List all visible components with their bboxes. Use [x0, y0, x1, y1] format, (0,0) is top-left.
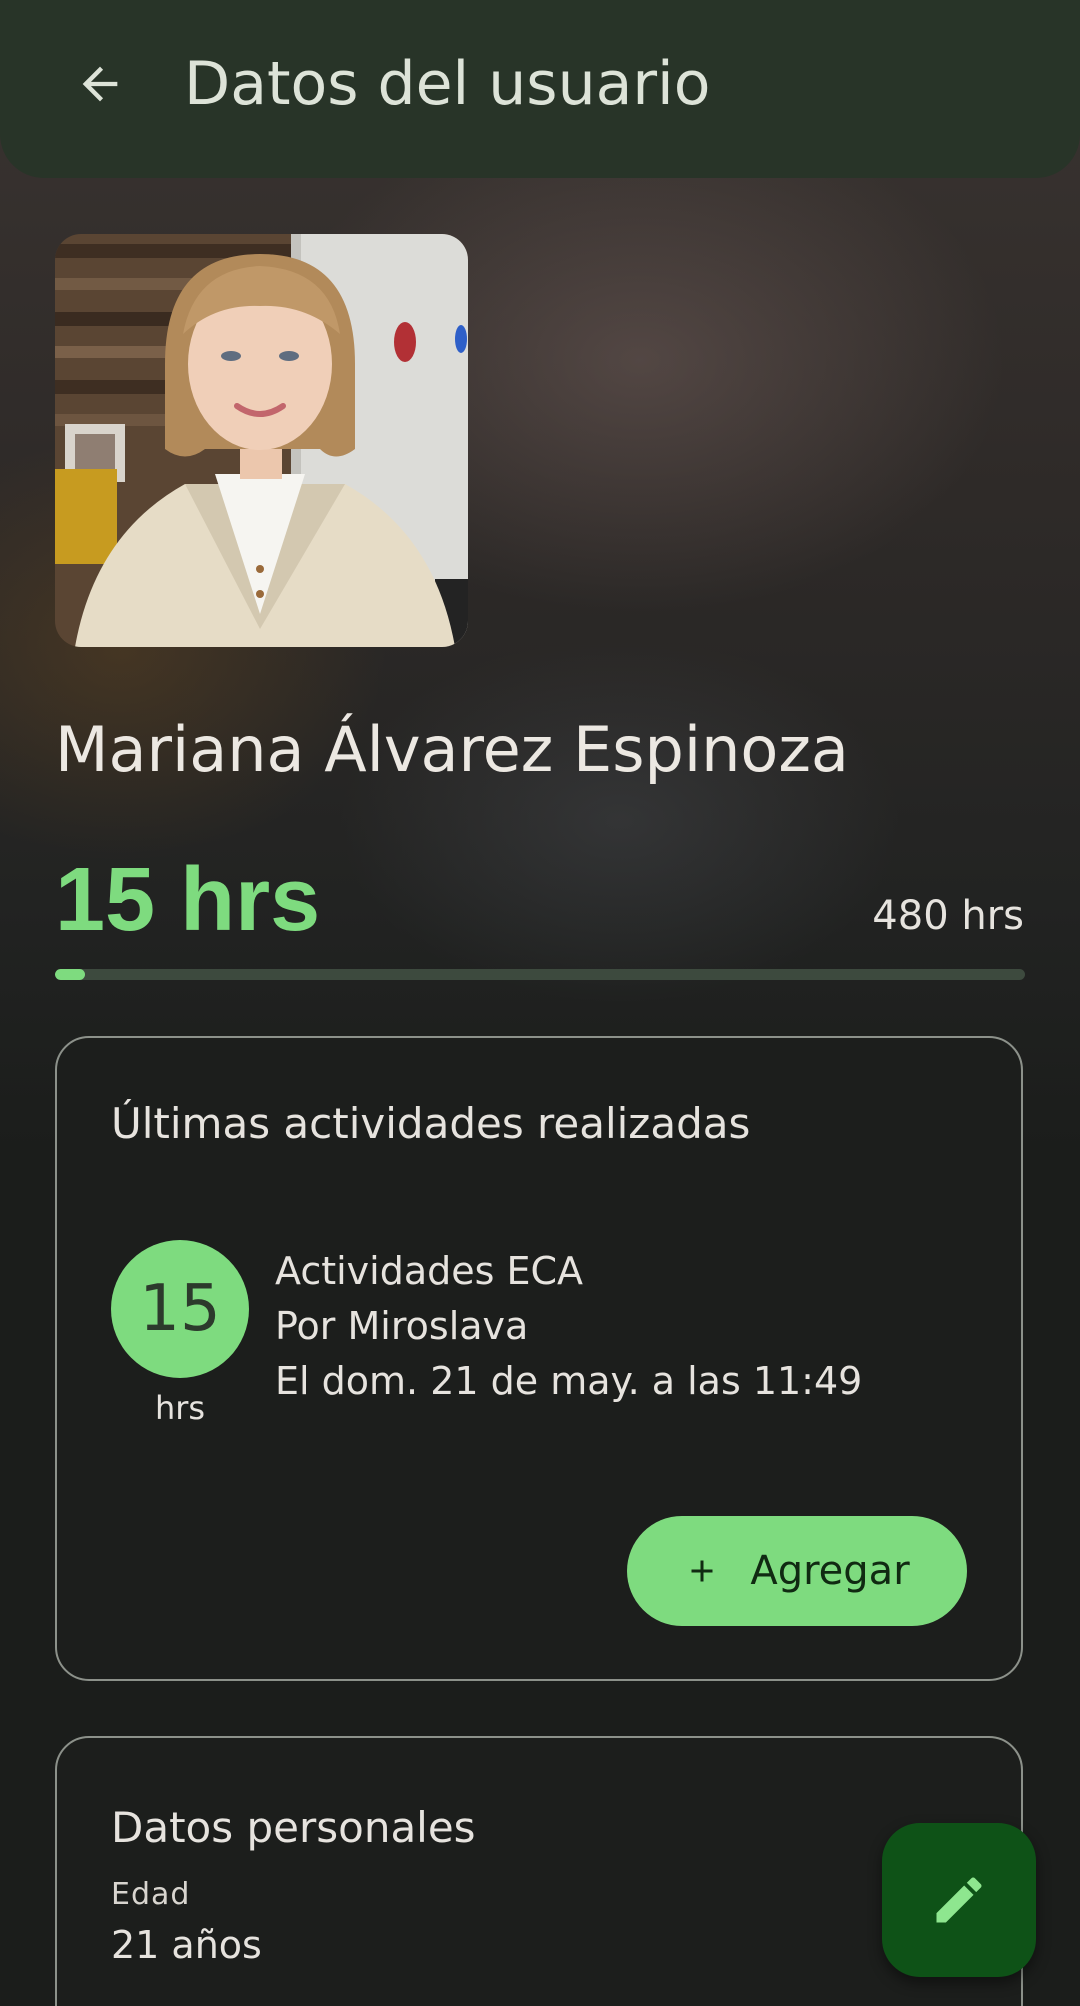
hours-progress-fill: [55, 969, 86, 980]
user-name: Mariana Álvarez Espinoza: [55, 713, 849, 786]
activity-hours-unit: hrs: [154, 1389, 206, 1427]
page-title: Datos del usuario: [184, 49, 711, 119]
personal-data-card: Datos personales Edad 21 años: [55, 1736, 1023, 2006]
activity-hours-badge: 15: [111, 1240, 249, 1378]
activity-date: El dom. 21 de may. a las 11:49: [275, 1359, 863, 1403]
recent-activities-card: Últimas actividades realizadas 15 hrs Ac…: [55, 1036, 1023, 1681]
hours-completed: 15 hrs: [55, 850, 321, 950]
personal-data-title: Datos personales: [111, 1803, 476, 1852]
app-bar: Datos del usuario: [0, 0, 1080, 178]
add-activity-button[interactable]: Agregar: [627, 1516, 967, 1626]
hours-progress-bar: [55, 969, 1025, 980]
add-activity-label: Agregar: [750, 1548, 910, 1594]
pencil-icon: [936, 1877, 982, 1923]
arrow-back-icon: [82, 66, 118, 102]
age-value: 21 años: [111, 1923, 262, 1967]
edit-button[interactable]: [882, 1823, 1036, 1977]
activity-hours-value: 15: [139, 1272, 221, 1346]
back-button[interactable]: [60, 44, 140, 124]
age-label: Edad: [111, 1877, 191, 1912]
avatar: [55, 234, 468, 647]
plus-icon: [691, 1560, 713, 1582]
activity-author: Por Miroslava: [275, 1304, 529, 1348]
hours-goal: 480 hrs: [872, 893, 1024, 939]
recent-activities-title: Últimas actividades realizadas: [111, 1099, 751, 1148]
user-photo: [55, 234, 468, 647]
user-details-screen: Datos del usuario Mariana Álvarez Espino…: [0, 0, 1080, 2006]
activity-name: Actividades ECA: [275, 1249, 584, 1293]
